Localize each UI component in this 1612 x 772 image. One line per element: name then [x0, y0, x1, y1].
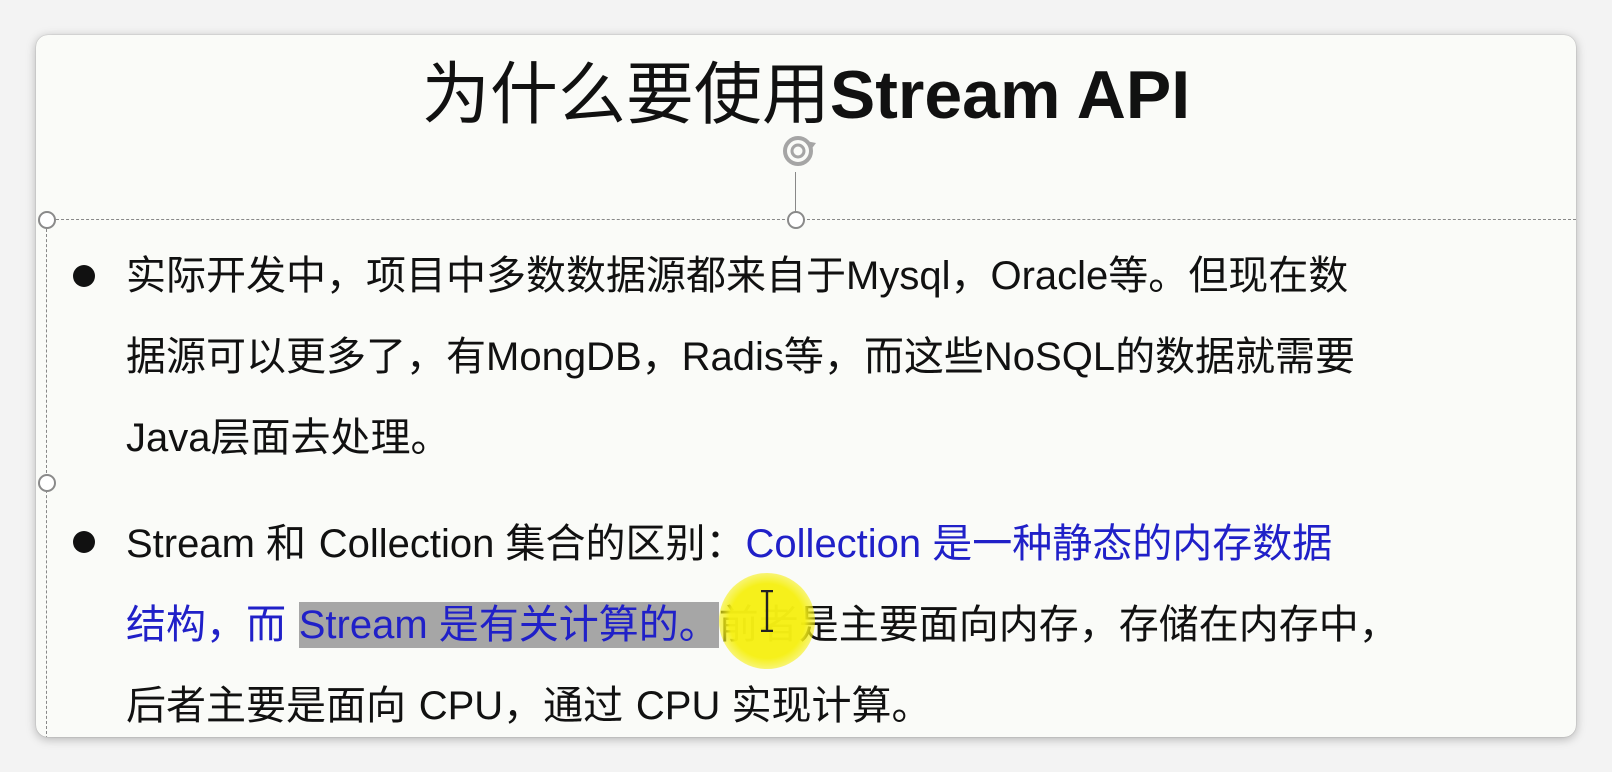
selected-text: Stream — [298, 603, 439, 647]
text-run: CPU — [418, 684, 504, 728]
text-selection[interactable]: Stream 是有关计算的。 — [298, 602, 719, 648]
text-run: Java — [126, 416, 211, 460]
text-run: 前者是主要面向内存，存储在内存中， — [718, 602, 1399, 648]
resize-handle-top-left[interactable] — [38, 211, 56, 229]
rotate-stem — [795, 172, 796, 216]
title-english: Stream API — [829, 57, 1191, 133]
bullet-text-2[interactable]: Stream 和 Collection 集合的区别：Collection 是一种… — [126, 504, 1571, 737]
text-run: 据源可以更多了，有 — [126, 334, 486, 380]
title-chinese: 为什么要使用 — [421, 56, 830, 135]
text-run: 集合的区别： — [505, 521, 746, 567]
text-run: 等，而这些 — [783, 334, 984, 380]
textbox-border-top — [46, 219, 1576, 220]
text-run: 实现计算。 — [731, 683, 932, 729]
slide-window: 为什么要使用Stream API 实际开发中，项目中多数数据源都来自于Mysql… — [36, 35, 1576, 737]
text-run: Radis — [681, 335, 784, 379]
bullet-point — [73, 531, 95, 553]
text-run: 后者主要是面向 — [126, 683, 419, 729]
text-run: 实际开发中，项目中多数数据源都来自于 — [126, 253, 846, 299]
text-run: ， — [641, 334, 682, 380]
selected-text: 是有关计算的 — [438, 602, 679, 648]
text-run: 和 — [266, 521, 319, 567]
bullet-point — [73, 265, 95, 287]
highlighted-text: 是一种静态的内存数据 — [932, 521, 1333, 567]
selected-text: 。 — [678, 602, 719, 648]
text-run: 的数据就需要 — [1115, 334, 1356, 380]
text-run: 层面去处理。 — [210, 415, 451, 461]
text-run: 等。但现在数 — [1108, 253, 1349, 299]
highlighted-text: 结构，而 — [126, 602, 299, 648]
resize-handle-top-middle[interactable] — [787, 211, 805, 229]
text-run: Collection — [318, 522, 506, 566]
slide-title[interactable]: 为什么要使用Stream API — [36, 53, 1576, 138]
rotate-handle-icon[interactable] — [776, 131, 820, 175]
resize-handle-middle-left[interactable] — [38, 474, 56, 492]
text-run: NoSQL — [983, 335, 1116, 379]
text-run: Mysql — [846, 254, 951, 298]
highlighted-text: Collection — [745, 522, 933, 566]
text-cursor-icon — [761, 590, 773, 632]
text-run: ，通过 — [503, 683, 636, 729]
text-run: Oracle — [990, 254, 1109, 298]
bullet-text-1[interactable]: 实际开发中，项目中多数数据源都来自于Mysql，Oracle等。但现在数 据源可… — [126, 236, 1571, 479]
text-run: CPU — [635, 684, 732, 728]
text-run: ， — [950, 253, 991, 299]
text-run: MongDB — [486, 335, 642, 379]
text-run: Stream — [126, 522, 267, 566]
